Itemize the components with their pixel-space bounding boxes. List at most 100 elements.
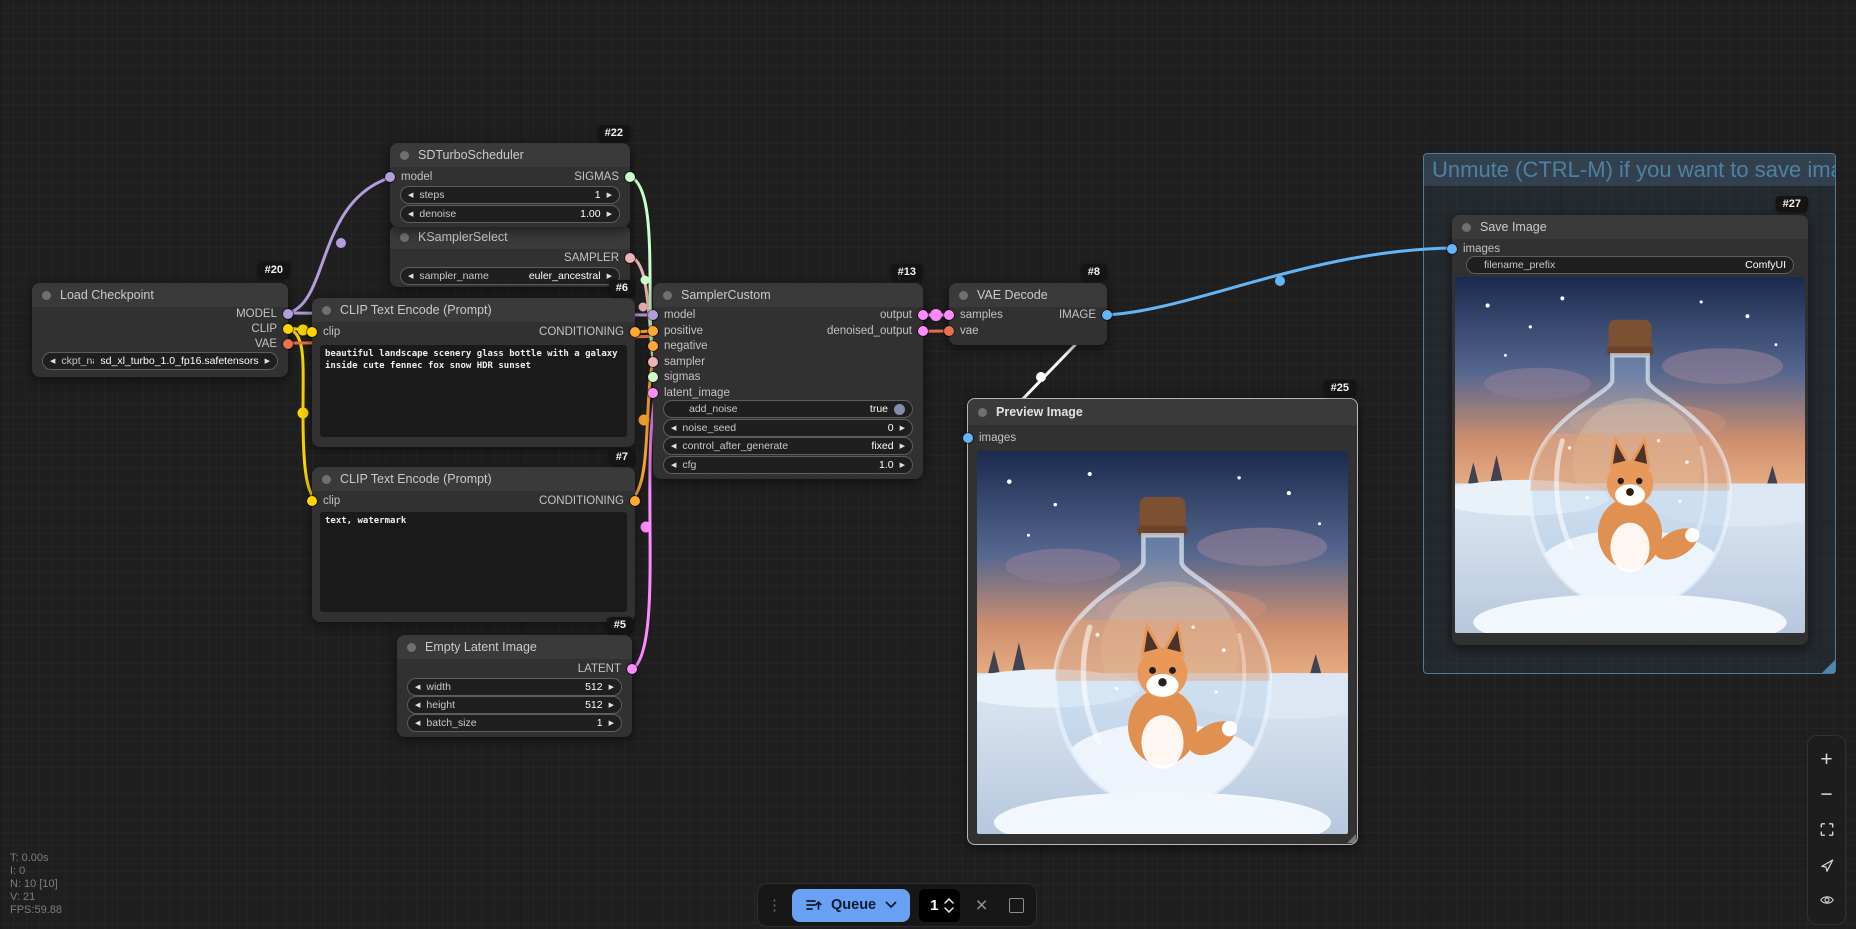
node-titlebar[interactable]: VAE Decode <box>949 283 1107 307</box>
widget-noise-seed[interactable]: ◀ noise_seed 0 ▶ <box>663 419 913 437</box>
spinner-up-icon[interactable] <box>944 898 954 904</box>
output-slot-sampler[interactable]: SAMPLER <box>564 250 635 265</box>
input-slot-sampler[interactable]: sampler <box>648 354 705 369</box>
node-titlebar[interactable]: SDTurboScheduler <box>390 143 630 167</box>
output-slot-clip[interactable]: CLIP <box>251 321 293 336</box>
widget-width[interactable]: ◀ width 512 ▶ <box>407 678 622 696</box>
slot-dot[interactable] <box>648 357 658 367</box>
input-slot-model[interactable]: model <box>648 307 695 322</box>
decrement-arrow-icon[interactable]: ◀ <box>415 720 420 727</box>
fit-view-button[interactable] <box>1814 817 1840 843</box>
zoom-out-button[interactable]: − <box>1814 782 1840 808</box>
increment-arrow-icon[interactable]: ▶ <box>265 358 270 365</box>
node-preview-image[interactable]: Preview Image images <box>967 398 1358 845</box>
widget-height[interactable]: ◀ height 512 ▶ <box>407 696 622 714</box>
widget-denoise[interactable]: ◀ denoise 1.00 ▶ <box>400 205 620 223</box>
decrement-arrow-icon[interactable]: ◀ <box>408 211 413 218</box>
slot-dot[interactable] <box>648 388 658 398</box>
input-slot-latent-image[interactable]: latent_image <box>648 385 730 400</box>
node-titlebar[interactable]: SamplerCustom <box>653 283 923 307</box>
output-slot-model[interactable]: MODEL <box>236 306 293 321</box>
decrement-arrow-icon[interactable]: ◀ <box>415 684 420 691</box>
slot-dot[interactable] <box>283 324 293 334</box>
slot-dot[interactable] <box>648 310 658 320</box>
slot-dot[interactable] <box>625 253 635 263</box>
decrement-arrow-icon[interactable]: ◀ <box>671 425 676 432</box>
select-mode-button[interactable] <box>1814 852 1840 878</box>
widget-ckpt-name[interactable]: ◀ ckpt_name sd_xl_turbo_1.0_fp16.safeten… <box>42 352 278 370</box>
node-empty-latent-image[interactable]: Empty Latent Image LATENT ◀ width 512 ▶ … <box>397 635 632 737</box>
node-save-image[interactable]: Save Image images filename_prefix ComfyU… <box>1452 215 1808 645</box>
increment-arrow-icon[interactable]: ▶ <box>609 702 614 709</box>
node-resize-handle[interactable] <box>1347 834 1356 843</box>
widget-sampler-name[interactable]: ◀ sampler_name euler_ancestral ▶ <box>400 267 620 285</box>
node-titlebar[interactable]: Load Checkpoint <box>32 283 288 307</box>
increment-arrow-icon[interactable]: ▶ <box>900 462 905 469</box>
widget-control-after-generate[interactable]: ◀ control_after_generate fixed ▶ <box>663 437 913 455</box>
decrement-arrow-icon[interactable]: ◀ <box>415 702 420 709</box>
increment-arrow-icon[interactable]: ▶ <box>607 211 612 218</box>
input-slot-vae[interactable]: vae <box>944 323 979 338</box>
prompt-textarea[interactable]: text, watermark <box>320 512 627 612</box>
node-sdturbo-scheduler[interactable]: SDTurboScheduler model SIGMAS ◀ steps 1 … <box>390 143 630 227</box>
decrement-arrow-icon[interactable]: ◀ <box>408 192 413 199</box>
slot-dot[interactable] <box>630 327 640 337</box>
zoom-in-button[interactable]: + <box>1814 747 1840 773</box>
node-titlebar[interactable]: CLIP Text Encode (Prompt) <box>312 467 635 491</box>
stop-button[interactable] <box>1003 890 1030 920</box>
queue-button[interactable]: Queue <box>792 889 910 922</box>
group-resize-handle[interactable] <box>1822 660 1835 673</box>
output-slot-sigmas[interactable]: SIGMAS <box>574 169 635 184</box>
wire-model-to-scheduler[interactable] <box>288 177 392 313</box>
toggle-link-visibility-button[interactable] <box>1814 887 1840 913</box>
widget-batch-size[interactable]: ◀ batch_size 1 ▶ <box>407 714 622 732</box>
slot-dot[interactable] <box>307 496 317 506</box>
prompt-textarea[interactable]: beautiful landscape scenery glass bottle… <box>320 345 627 437</box>
decrement-arrow-icon[interactable]: ◀ <box>671 443 676 450</box>
slot-dot[interactable] <box>963 433 973 443</box>
input-slot-samples[interactable]: samples <box>944 307 1003 322</box>
node-clip-text-encode-positive[interactable]: CLIP Text Encode (Prompt) clip CONDITION… <box>312 298 635 447</box>
group-title[interactable]: Unmute (CTRL-M) if you want to save imag… <box>1424 154 1835 186</box>
output-slot-image[interactable]: IMAGE <box>1059 307 1112 322</box>
output-slot-conditioning[interactable]: CONDITIONING <box>539 324 640 339</box>
node-titlebar[interactable]: Preview Image <box>968 399 1357 425</box>
toolbar-drag-handle[interactable]: ⋮ <box>766 898 783 913</box>
toggle-dot[interactable] <box>894 404 905 415</box>
slot-dot[interactable] <box>1102 310 1112 320</box>
input-slot-clip[interactable]: clip <box>307 324 340 339</box>
increment-arrow-icon[interactable]: ▶ <box>609 720 614 727</box>
batch-count-input[interactable]: 1 <box>919 889 960 922</box>
input-slot-clip[interactable]: clip <box>307 493 340 508</box>
widget-add-noise[interactable]: add_noise true <box>663 400 913 418</box>
slot-dot[interactable] <box>648 326 658 336</box>
input-slot-positive[interactable]: positive <box>648 323 703 338</box>
increment-arrow-icon[interactable]: ▶ <box>609 684 614 691</box>
slot-dot[interactable] <box>307 327 317 337</box>
input-slot-images[interactable]: images <box>963 430 1016 445</box>
input-slot-images[interactable]: images <box>1447 241 1500 256</box>
node-titlebar[interactable]: Save Image <box>1452 215 1808 239</box>
node-vae-decode[interactable]: VAE Decode samples vae IMAGE <box>949 283 1107 345</box>
node-clip-text-encode-negative[interactable]: CLIP Text Encode (Prompt) clip CONDITION… <box>312 467 635 622</box>
spinner-down-icon[interactable] <box>944 907 954 913</box>
node-ksampler-select[interactable]: KSamplerSelect SAMPLER ◀ sampler_name eu… <box>390 225 630 287</box>
slot-dot[interactable] <box>630 496 640 506</box>
slot-dot[interactable] <box>625 172 635 182</box>
increment-arrow-icon[interactable]: ▶ <box>607 192 612 199</box>
node-graph-canvas[interactable]: Unmute (CTRL-M) if you want to save imag… <box>0 0 1856 929</box>
slot-dot[interactable] <box>648 372 658 382</box>
decrement-arrow-icon[interactable]: ◀ <box>671 462 676 469</box>
slot-dot[interactable] <box>944 310 954 320</box>
decrement-arrow-icon[interactable]: ◀ <box>50 358 55 365</box>
slot-dot[interactable] <box>283 339 293 349</box>
output-slot-vae[interactable]: VAE <box>255 336 293 351</box>
slot-dot[interactable] <box>283 309 293 319</box>
output-slot-conditioning[interactable]: CONDITIONING <box>539 493 640 508</box>
node-titlebar[interactable]: KSamplerSelect <box>390 225 630 249</box>
output-slot-latent[interactable]: LATENT <box>578 661 637 676</box>
slot-dot[interactable] <box>918 310 928 320</box>
clear-queue-button[interactable]: × <box>969 890 993 920</box>
node-load-checkpoint[interactable]: Load Checkpoint MODEL CLIP VAE ◀ ckpt_na… <box>32 283 288 377</box>
widget-filename-prefix[interactable]: filename_prefix ComfyUI <box>1466 256 1794 274</box>
